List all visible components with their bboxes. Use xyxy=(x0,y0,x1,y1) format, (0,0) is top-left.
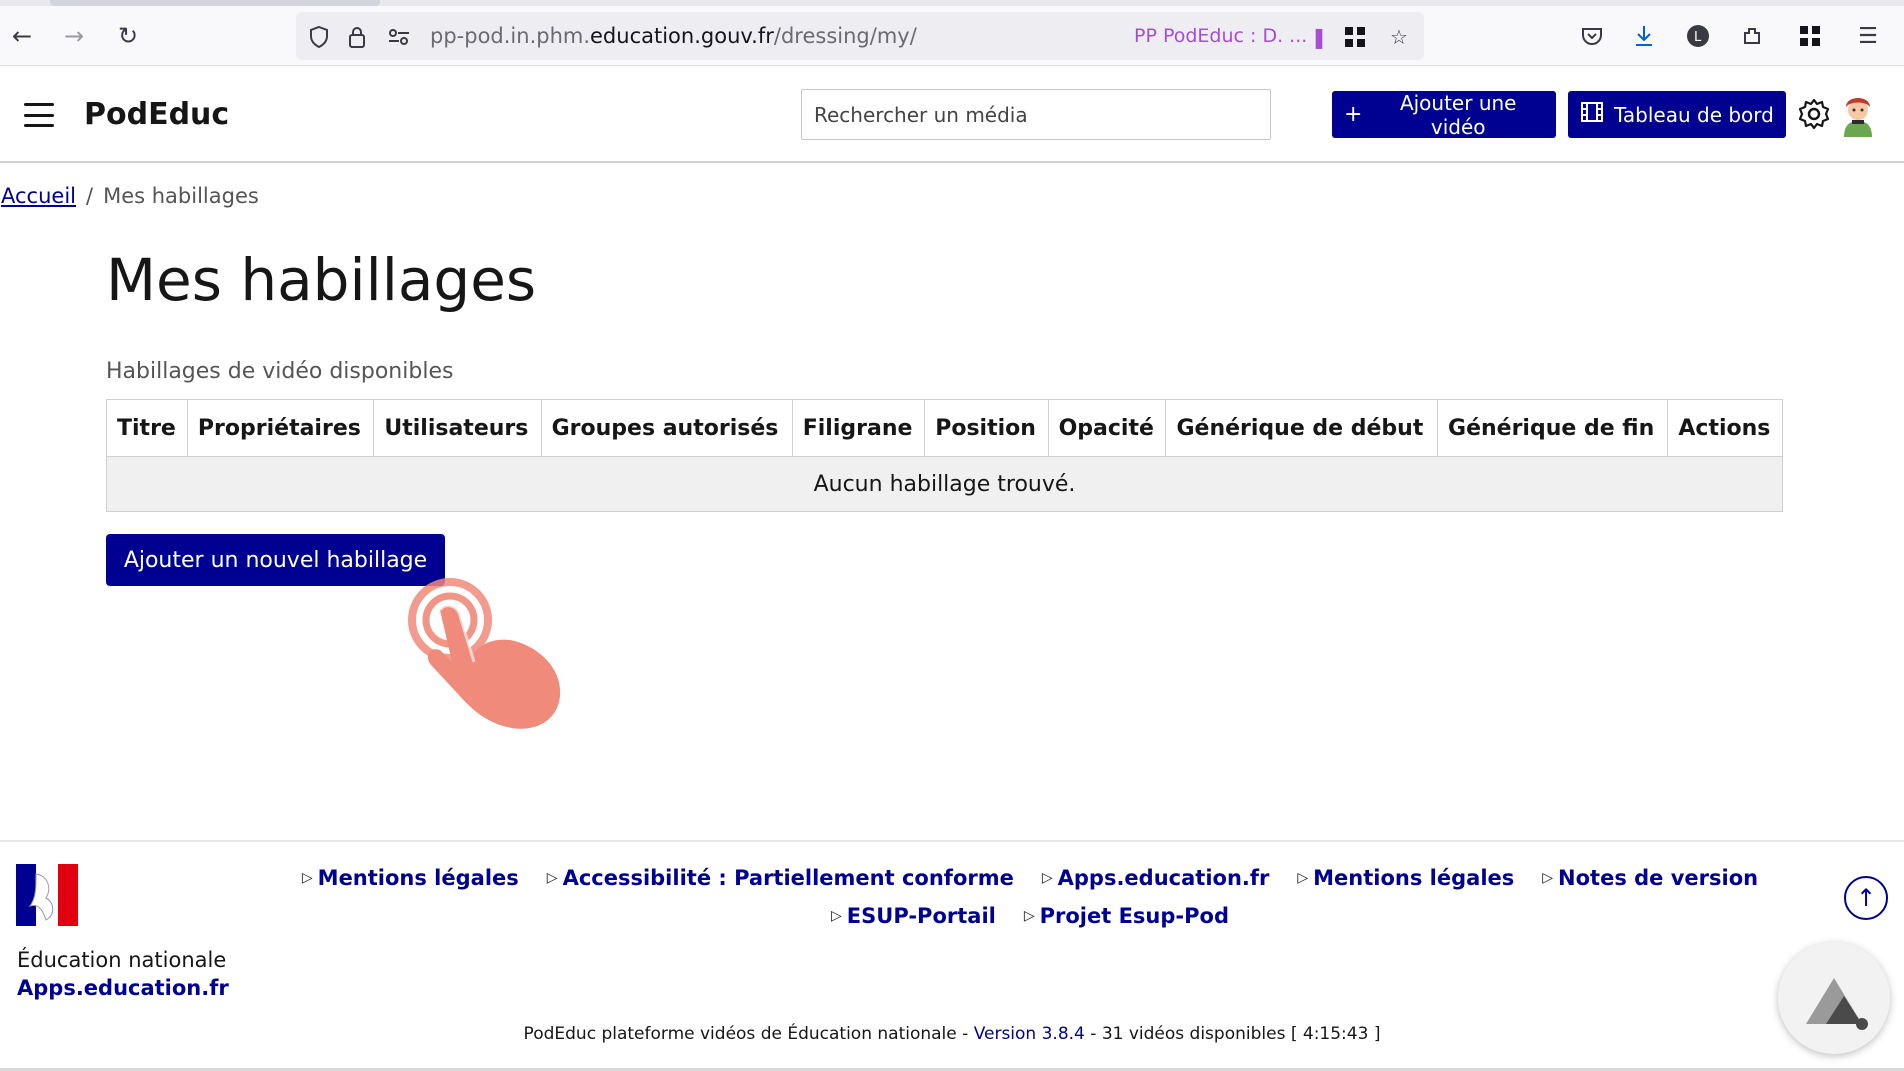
habillages-table: Titre Propriétaires Utilisateurs Groupes… xyxy=(106,399,1783,512)
plus-icon: + xyxy=(1344,102,1363,127)
footer-link-label: Accessibilité : Partiellement conforme xyxy=(562,866,1014,890)
tap-hand-icon xyxy=(400,570,570,735)
column-header: Filigrane xyxy=(791,399,926,457)
footer-link-label: Apps.education.fr xyxy=(1057,866,1270,890)
forward-arrow-icon[interactable]: → xyxy=(60,22,88,50)
pocket-icon[interactable] xyxy=(1578,22,1606,50)
site-brand[interactable]: PodEduc xyxy=(84,97,229,132)
footer-link-label: Mentions légales xyxy=(1313,866,1515,890)
triangle-right-icon: ▷ xyxy=(546,870,558,886)
shield-icon[interactable] xyxy=(306,24,332,50)
lock-icon[interactable] xyxy=(344,24,370,50)
fork-knife-icon[interactable]: ❚ xyxy=(1306,24,1332,50)
dashboard-button[interactable]: Tableau de bord xyxy=(1568,91,1786,138)
permissions-icon[interactable] xyxy=(386,24,412,50)
arrow-up-icon[interactable]: ↑ xyxy=(1844,876,1888,920)
footer-link-label: Notes de version xyxy=(1558,866,1759,890)
film-icon xyxy=(1580,101,1604,128)
extensions-icon[interactable] xyxy=(1738,22,1766,50)
active-tab[interactable] xyxy=(50,0,380,6)
column-header: Utilisateurs xyxy=(373,399,542,457)
footer-link[interactable]: ▷ Mentions légales xyxy=(1297,866,1514,890)
table-header-row: Titre Propriétaires Utilisateurs Groupes… xyxy=(106,399,1783,457)
apps-education-button[interactable] xyxy=(1778,942,1890,1054)
dashboard-label: Tableau de bord xyxy=(1614,102,1774,127)
column-header: Opacité xyxy=(1047,399,1167,457)
triangle-right-icon: ▷ xyxy=(1542,870,1554,886)
site-header: PodEduc + Ajouter une vidéo Tableau de b… xyxy=(0,67,1904,163)
hamburger-menu-icon[interactable] xyxy=(24,103,54,127)
page-title: Mes habillages xyxy=(106,246,537,314)
column-header: Actions xyxy=(1667,399,1783,457)
ministry-link[interactable]: Apps.education.fr xyxy=(17,976,229,1000)
menu-icon[interactable]: ☰ xyxy=(1854,22,1882,50)
breadcrumb-home-link[interactable]: Accueil xyxy=(1,184,76,208)
apps-grid-icon[interactable] xyxy=(1342,24,1368,50)
svg-text:L: L xyxy=(1694,30,1702,45)
footer-link-label: Mentions légales xyxy=(317,866,519,890)
triangle-right-icon: ▷ xyxy=(1041,870,1053,886)
download-icon[interactable] xyxy=(1630,22,1658,50)
marianne-logo xyxy=(16,864,78,926)
tab-hint: PP PodEduc : D. ... xyxy=(1134,25,1308,47)
footer-links: ▷ Mentions légales ▷ Accessibilité : Parti… xyxy=(230,866,1830,928)
browser-toolbar: ← → ↻ pp-pod.in.phm.education.gouv.fr/dr… xyxy=(0,0,1904,66)
table-row: Aucun habillage trouvé. xyxy=(106,456,1783,512)
footer-info-prefix: PodEduc plateforme vidéos de Éducation n… xyxy=(523,1024,974,1044)
column-header: Propriétaires xyxy=(186,399,375,457)
reload-icon[interactable]: ↻ xyxy=(114,22,142,50)
footer-link[interactable]: ▷ Mentions légales xyxy=(302,866,519,890)
triangle-right-icon: ▷ xyxy=(1297,870,1309,886)
bookmark-star-icon[interactable]: ☆ xyxy=(1386,24,1412,50)
footer-link[interactable]: ▷ Projet Esup-Pod xyxy=(1024,904,1229,928)
gear-icon[interactable] xyxy=(1797,97,1831,131)
avatar[interactable] xyxy=(1838,91,1878,137)
column-header: Groupes autorisés xyxy=(540,399,793,457)
column-header: Position xyxy=(924,399,1049,457)
site-footer: Éducation nationale Apps.education.fr ▷ M… xyxy=(0,840,1904,1071)
footer-info: PodEduc plateforme vidéos de Éducation n… xyxy=(0,1024,1904,1044)
url-text: pp-pod.in.phm.education.gouv.fr/dressing… xyxy=(430,24,917,48)
breadcrumb-separator: / xyxy=(86,184,94,208)
account-icon[interactable]: L xyxy=(1684,22,1712,50)
url-domain: education.gouv.fr xyxy=(590,24,774,48)
url-path: /dressing/my/ xyxy=(773,24,917,48)
version-link[interactable]: Version 3.8.4 xyxy=(974,1024,1085,1044)
triangle-right-icon: ▷ xyxy=(301,870,313,886)
apps-grid-icon[interactable] xyxy=(1796,22,1824,50)
add-habillage-button[interactable]: Ajouter un nouvel habillage xyxy=(106,534,445,586)
address-bar[interactable]: pp-pod.in.phm.education.gouv.fr/dressing… xyxy=(296,12,1424,60)
table-caption: Habillages de vidéo disponibles xyxy=(106,359,454,384)
footer-link[interactable]: ▷ Apps.education.fr xyxy=(1042,866,1270,890)
footer-link[interactable]: ▷ Accessibilité : Partiellement conforme xyxy=(547,866,1014,890)
tab-strip xyxy=(0,0,1904,6)
breadcrumb: Accueil / Mes habillages xyxy=(1,184,259,208)
url-prefix: pp-pod.in.phm. xyxy=(430,24,591,48)
column-header: Générique de fin xyxy=(1437,399,1669,457)
triangle-right-icon: ▷ xyxy=(831,908,842,924)
footer-link-label: ESUP-Portail xyxy=(846,904,996,928)
footer-link-label: Projet Esup-Pod xyxy=(1039,904,1229,928)
column-header: Titre xyxy=(106,399,188,457)
triangle-right-icon: ▷ xyxy=(1023,908,1035,924)
ministry-name: Éducation nationale xyxy=(17,948,227,972)
add-video-button[interactable]: + Ajouter une vidéo xyxy=(1332,90,1556,139)
footer-info-suffix: - 31 vidéos disponibles [ 4:15:43 ] xyxy=(1084,1024,1381,1044)
column-header: Générique de début xyxy=(1165,399,1439,457)
breadcrumb-current: Mes habillages xyxy=(103,184,259,208)
add-video-label: Ajouter une vidéo xyxy=(1399,90,1517,139)
footer-link[interactable]: ▷ ESUP-Portail xyxy=(831,904,996,928)
back-arrow-icon[interactable]: ← xyxy=(8,22,36,50)
empty-message: Aucun habillage trouvé. xyxy=(106,456,1783,512)
footer-link[interactable]: ▷ Notes de version xyxy=(1542,866,1758,890)
search-input[interactable] xyxy=(801,89,1271,140)
